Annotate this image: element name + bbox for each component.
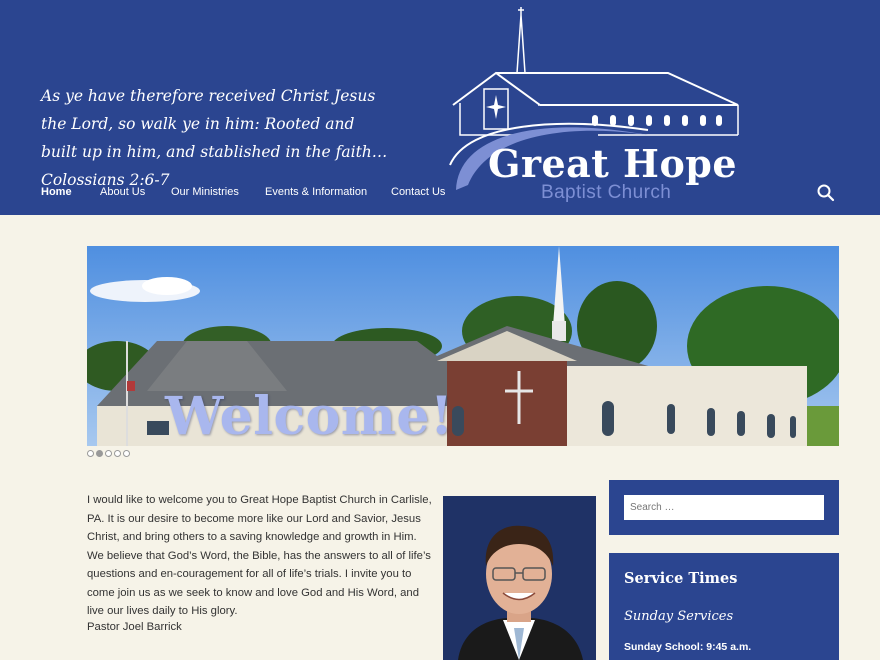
- nav-our-ministries[interactable]: Our Ministries: [171, 186, 239, 198]
- header-tagline: As ye have therefore received Christ Jes…: [41, 87, 388, 189]
- slider-dot[interactable]: [114, 450, 121, 457]
- nav-about-us[interactable]: About Us: [100, 186, 145, 198]
- sunday-services-heading: Sunday Services: [624, 609, 734, 624]
- search-icon[interactable]: [816, 183, 836, 203]
- slider-dot[interactable]: [87, 450, 94, 457]
- pastor-signature: Pastor Joel Barrick: [87, 621, 182, 633]
- logo-subtitle: Baptist Church: [541, 182, 672, 203]
- hero-slider[interactable]: Welcome!: [87, 246, 839, 446]
- service-times-title: Service Times: [624, 570, 738, 587]
- nav-events-information[interactable]: Events & Information: [265, 186, 367, 198]
- search-input[interactable]: [624, 495, 824, 520]
- nav-home[interactable]: Home: [41, 186, 72, 198]
- pastor-photo: [443, 496, 596, 660]
- logo-title: Great Hope: [488, 141, 738, 186]
- sidebar-search-widget: [609, 480, 839, 535]
- nav-contact-us[interactable]: Contact Us: [391, 186, 445, 198]
- sunday-school-time: Sunday School: 9:45 a.m.: [624, 641, 752, 653]
- service-times-widget: Service Times Sunday Services Sunday Sch…: [609, 553, 839, 660]
- slider-dot[interactable]: [105, 450, 112, 457]
- slider-dot-active[interactable]: [96, 450, 103, 457]
- slide-caption: Welcome!: [165, 386, 454, 446]
- site-header: As ye have therefore received Christ Jes…: [0, 0, 880, 215]
- slider-dot[interactable]: [123, 450, 130, 457]
- welcome-text: I would like to welcome you to Great Hop…: [87, 494, 432, 617]
